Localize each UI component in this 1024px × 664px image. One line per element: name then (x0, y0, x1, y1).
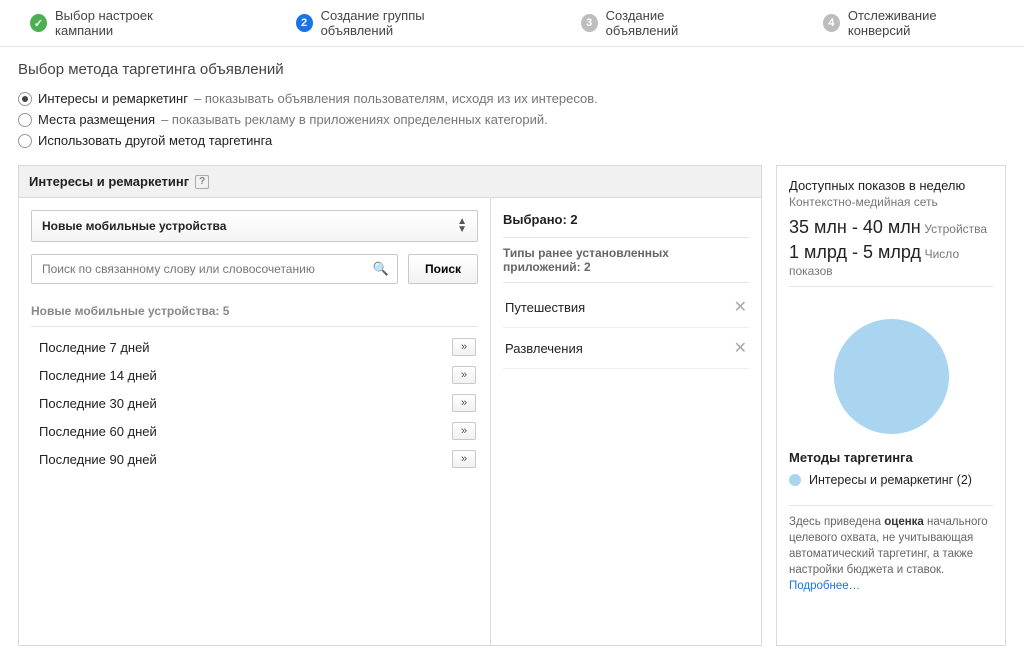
radio-label: Интересы и ремаркетинг (38, 91, 188, 106)
learn-more-link[interactable]: Подробнее… (789, 580, 860, 592)
device-option[interactable]: Последние 14 дней » (31, 361, 478, 389)
list-subhead: Новые мобильные устройства: 5 (31, 298, 478, 327)
option-label: Последние 90 дней (33, 452, 157, 467)
radio-icon (18, 92, 32, 106)
radio-desc: – показывать объявления пользователям, и… (194, 91, 598, 106)
check-icon: ✓ (30, 14, 47, 32)
stepper: ✓ Выбор настроек кампании 2 Создание гру… (0, 0, 1024, 47)
section-title: Выбор метода таргетинга объявлений (0, 47, 1024, 88)
option-label: Последние 14 дней (33, 368, 157, 383)
remove-icon[interactable]: ✕ (734, 297, 747, 317)
add-button[interactable]: » (452, 422, 476, 440)
range-devices: 35 млн - 40 млн (789, 217, 921, 237)
device-option[interactable]: Последние 30 дней » (31, 389, 478, 417)
add-button[interactable]: » (452, 338, 476, 356)
option-label: Последние 60 дней (33, 424, 157, 439)
step-1[interactable]: ✓ Выбор настроек кампании (30, 8, 206, 38)
option-label: Последние 7 дней (33, 340, 150, 355)
radio-placements[interactable]: Места размещения – показывать рекламу в … (18, 109, 1006, 130)
help-icon[interactable]: ? (195, 175, 209, 189)
step-label: Отслеживание конверсий (848, 8, 994, 38)
radio-icon (18, 113, 32, 127)
radio-icon (18, 134, 32, 148)
legend-dot-icon (789, 474, 801, 486)
updown-icon: ▲▼ (457, 218, 467, 234)
device-option[interactable]: Последние 7 дней » (31, 333, 478, 361)
option-label: Последние 30 дней (33, 396, 157, 411)
step-number-icon: 4 (823, 14, 840, 32)
search-icon: 🔍 (373, 261, 389, 277)
pie-chart (789, 295, 993, 446)
stats-line1: Доступных показов в неделю (789, 178, 993, 193)
radio-other[interactable]: Использовать другой метод таргетинга (18, 130, 1006, 151)
pie-slice (834, 319, 949, 434)
add-button[interactable]: » (452, 394, 476, 412)
selected-label: Путешествия (505, 300, 585, 315)
search-input-wrap: 🔍 (31, 254, 398, 284)
step-label: Выбор настроек кампании (55, 8, 206, 38)
radio-interests[interactable]: Интересы и ремаркетинг – показывать объя… (18, 88, 1006, 109)
add-button[interactable]: » (452, 450, 476, 468)
note-bold: оценка (884, 516, 924, 528)
device-option[interactable]: Последние 90 дней » (31, 445, 478, 473)
step-2[interactable]: 2 Создание группы объявлений (296, 8, 491, 38)
step-4[interactable]: 4 Отслеживание конверсий (823, 8, 994, 38)
panel-header: Интересы и ремаркетинг ? (19, 166, 761, 198)
panel-title: Интересы и ремаркетинг (29, 174, 189, 189)
category-dropdown[interactable]: Новые мобильные устройства ▲▼ (31, 210, 478, 242)
selected-title: Выбрано: 2 (503, 210, 749, 237)
step-number-icon: 2 (296, 14, 313, 32)
range-unit: Устройства (924, 222, 987, 236)
legend-label: Интересы и ремаркетинг (2) (809, 473, 972, 487)
step-label: Создание группы объявлений (321, 8, 491, 38)
search-button[interactable]: Поиск (408, 254, 478, 284)
targeting-radio-group: Интересы и ремаркетинг – показывать объя… (0, 88, 1024, 165)
device-option[interactable]: Последние 60 дней » (31, 417, 478, 445)
radio-desc: – показывать рекламу в приложениях опред… (161, 112, 548, 127)
range-impressions: 1 млрд - 5 млрд (789, 242, 921, 262)
selected-item: Путешествия ✕ (503, 287, 749, 328)
remove-icon[interactable]: ✕ (734, 338, 747, 358)
dropdown-label: Новые мобильные устройства (42, 219, 226, 233)
radio-label: Места размещения (38, 112, 155, 127)
selected-item: Развлечения ✕ (503, 328, 749, 369)
estimate-note: Здесь приведена оценка начального целево… (789, 514, 993, 594)
stats-panel: Доступных показов в неделю Контекстно-ме… (776, 165, 1006, 646)
radio-label: Использовать другой метод таргетинга (38, 133, 272, 148)
step-label: Создание объявлений (606, 8, 733, 38)
add-button[interactable]: » (452, 366, 476, 384)
step-3[interactable]: 3 Создание объявлений (581, 8, 733, 38)
search-input[interactable] (32, 255, 397, 283)
selected-label: Развлечения (505, 341, 583, 356)
interests-panel: Интересы и ремаркетинг ? Новые мобильные… (18, 165, 762, 646)
step-number-icon: 3 (581, 14, 598, 32)
stats-line2: Контекстно-медийная сеть (789, 195, 993, 209)
legend-item: Интересы и ремаркетинг (2) (789, 473, 993, 487)
selected-subhead: Типы ранее установленных приложений: 2 (503, 237, 749, 283)
legend-title: Методы таргетинга (789, 450, 993, 465)
note-text: Здесь приведена (789, 516, 884, 528)
